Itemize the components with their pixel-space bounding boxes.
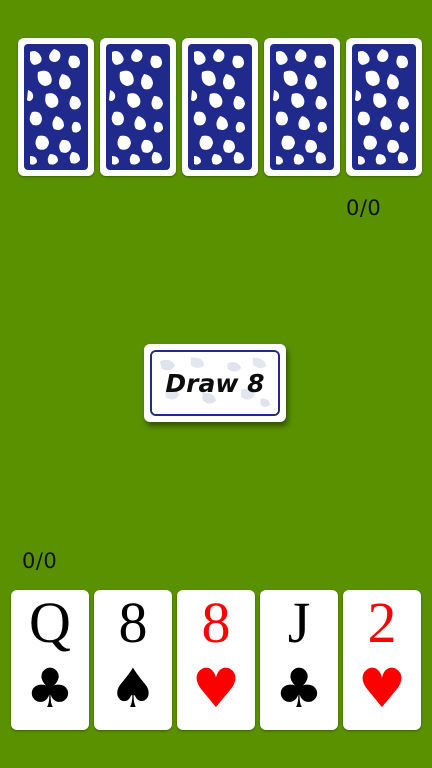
hand-card-two-hearts[interactable]: 2 ♥ — [343, 590, 421, 730]
card-rank: J — [287, 590, 311, 655]
draw-button-label: Draw 8 — [165, 368, 265, 398]
card-rank: 2 — [367, 590, 397, 655]
opponent-card — [100, 38, 176, 176]
opponent-hand — [18, 38, 422, 176]
hand-card-queen-clubs[interactable]: Q ♣ — [11, 590, 89, 730]
hand-card-jack-clubs[interactable]: J ♣ — [260, 590, 338, 730]
hearts-icon: ♥ — [357, 657, 407, 720]
opponent-card — [182, 38, 258, 176]
hand-card-eight-spades[interactable]: 8 ♠ — [94, 590, 172, 730]
opponent-card — [18, 38, 94, 176]
spades-icon: ♠ — [108, 657, 158, 720]
draw-button-frame: Draw 8 — [150, 350, 280, 416]
card-rank: Q — [29, 590, 71, 655]
player-score: 0/0 — [22, 549, 58, 573]
clubs-icon: ♣ — [25, 657, 75, 720]
card-rank: 8 — [201, 590, 231, 655]
clubs-icon: ♣ — [274, 657, 324, 720]
hand-card-eight-hearts[interactable]: 8 ♥ — [177, 590, 255, 730]
draw-button[interactable]: Draw 8 — [144, 344, 286, 422]
opponent-card — [346, 38, 422, 176]
card-rank: 8 — [118, 590, 148, 655]
hearts-icon: ♥ — [191, 657, 241, 720]
player-hand: Q ♣ 8 ♠ 8 ♥ J ♣ 2 ♥ — [11, 590, 421, 730]
opponent-card — [264, 38, 340, 176]
opponent-score: 0/0 — [346, 196, 382, 220]
